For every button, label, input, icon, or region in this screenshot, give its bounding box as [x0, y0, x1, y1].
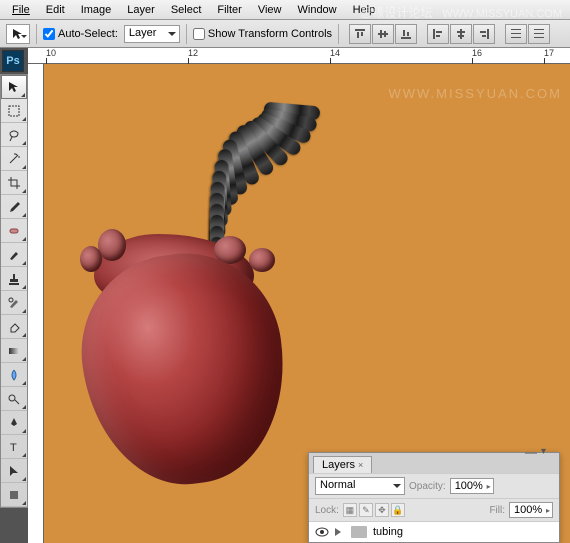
fill-input[interactable]: 100% — [509, 502, 553, 518]
stamp-tool[interactable] — [1, 267, 27, 291]
folder-icon — [351, 526, 367, 538]
align-buttons-h — [427, 24, 495, 44]
align-bottom-icon[interactable] — [395, 24, 417, 44]
ruler-tick: 14 — [330, 48, 340, 58]
gradient-tool[interactable] — [1, 339, 27, 363]
opacity-input[interactable]: 100% — [450, 478, 494, 494]
divider — [186, 24, 187, 44]
watermark-faint: WWW.MISSYUAN.COM — [388, 86, 562, 101]
ruler-tick: 10 — [46, 48, 56, 58]
menu-edit[interactable]: Edit — [38, 2, 73, 18]
ruler-tick: 16 — [472, 48, 482, 58]
menu-window[interactable]: Window — [290, 2, 345, 18]
auto-select-label: Auto-Select: — [58, 28, 118, 40]
watermark: 思缘设计论坛 · WWW.MISSYUAN.COM — [360, 4, 562, 21]
align-right-icon[interactable] — [473, 24, 495, 44]
menu-select[interactable]: Select — [163, 2, 210, 18]
lock-all-icon[interactable]: 🔒 — [391, 503, 405, 517]
divider — [338, 24, 339, 44]
eraser-tool[interactable] — [1, 315, 27, 339]
show-transform-check[interactable] — [193, 28, 205, 40]
layers-panel: — Layers × Normal Opacity: 100% Lock: ▦ … — [308, 452, 560, 543]
shape-tool[interactable] — [1, 483, 27, 507]
ps-logo: Ps — [2, 50, 24, 72]
layers-tab-label: Layers — [322, 459, 355, 471]
eyedropper-tool[interactable] — [1, 195, 27, 219]
close-icon[interactable]: × — [358, 460, 363, 470]
pen-tool[interactable] — [1, 411, 27, 435]
distribute-buttons — [505, 24, 550, 44]
ruler-vertical — [28, 64, 44, 543]
auto-select-dropdown[interactable]: Layer — [124, 25, 180, 43]
align-buttons — [349, 24, 417, 44]
dodge-tool[interactable] — [1, 387, 27, 411]
toolbox: T — [0, 74, 28, 508]
layer-name[interactable]: tubing — [373, 526, 403, 538]
align-vcenter-icon[interactable] — [372, 24, 394, 44]
crop-tool[interactable] — [1, 171, 27, 195]
svg-text:T: T — [10, 442, 17, 454]
opacity-label: Opacity: — [409, 481, 446, 492]
layers-tab[interactable]: Layers × — [313, 456, 372, 473]
fill-label: Fill: — [489, 505, 505, 516]
path-select-tool[interactable] — [1, 459, 27, 483]
wand-tool[interactable] — [1, 147, 27, 171]
show-transform-label: Show Transform Controls — [208, 28, 332, 40]
align-hcenter-icon[interactable] — [450, 24, 472, 44]
align-top-icon[interactable] — [349, 24, 371, 44]
layer-row[interactable]: tubing — [309, 521, 559, 542]
lasso-tool[interactable] — [1, 123, 27, 147]
ruler-tick: 17 — [544, 48, 554, 58]
blur-tool[interactable] — [1, 363, 27, 387]
ruler-tick: 12 — [188, 48, 198, 58]
auto-select-checkbox[interactable]: Auto-Select: — [43, 28, 118, 40]
panel-minimize-icon[interactable]: — — [525, 445, 537, 459]
ruler-horizontal: 10 12 14 16 17 — [28, 48, 570, 64]
lock-transparency-icon[interactable]: ▦ — [343, 503, 357, 517]
menu-image[interactable]: Image — [73, 2, 120, 18]
healing-tool[interactable] — [1, 219, 27, 243]
history-brush-tool[interactable] — [1, 291, 27, 315]
tool-indicator-move[interactable] — [6, 24, 30, 44]
menu-filter[interactable]: Filter — [209, 2, 249, 18]
type-tool[interactable]: T — [1, 435, 27, 459]
panel-menu-icon[interactable] — [541, 445, 555, 455]
menu-view[interactable]: View — [250, 2, 290, 18]
heart-graphic — [74, 234, 294, 494]
align-left-icon[interactable] — [427, 24, 449, 44]
distribute-icon[interactable] — [505, 24, 527, 44]
menu-file[interactable]: File — [4, 2, 38, 18]
distribute-icon[interactable] — [528, 24, 550, 44]
menu-layer[interactable]: Layer — [119, 2, 163, 18]
lock-position-icon[interactable]: ✥ — [375, 503, 389, 517]
lock-buttons: ▦ ✎ ✥ 🔒 — [343, 503, 405, 517]
show-transform-checkbox[interactable]: Show Transform Controls — [193, 28, 332, 40]
marquee-tool[interactable] — [1, 99, 27, 123]
auto-select-check[interactable] — [43, 28, 55, 40]
blend-mode-dropdown[interactable]: Normal — [315, 477, 405, 495]
brush-tool[interactable] — [1, 243, 27, 267]
expand-arrow-icon[interactable] — [335, 528, 345, 536]
move-tool[interactable] — [1, 75, 27, 99]
lock-label: Lock: — [315, 505, 339, 516]
options-bar: Auto-Select: Layer Show Transform Contro… — [0, 20, 570, 48]
lock-pixels-icon[interactable]: ✎ — [359, 503, 373, 517]
divider — [36, 24, 37, 44]
visibility-eye-icon[interactable] — [315, 525, 329, 539]
